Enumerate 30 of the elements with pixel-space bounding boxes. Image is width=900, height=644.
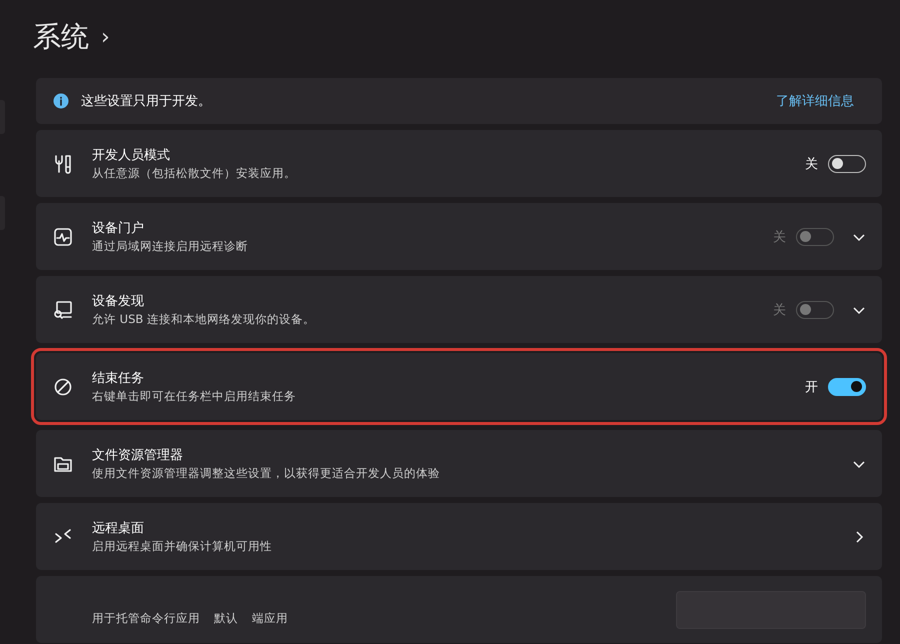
toggle-state-label: 开 xyxy=(805,378,818,396)
setting-description: 启用远程桌面并确保计算机可用性 xyxy=(92,539,273,554)
info-text: 这些设置只用于开发。 xyxy=(81,93,212,110)
breadcrumb-chevron: › xyxy=(101,24,110,50)
setting-description: 从任意源（包括松散文件）安装应用。 xyxy=(92,166,297,181)
setting-description: 右键单击即可在任务栏中启用结束任务 xyxy=(92,389,297,404)
monitor-search-icon xyxy=(52,298,74,320)
info-icon xyxy=(53,93,69,109)
setting-title: 结束任务 xyxy=(92,370,145,387)
setting-description: 允许 USB 连接和本地网络发现你的设备。 xyxy=(92,312,316,327)
prohibited-icon xyxy=(52,376,74,398)
heartbeat-icon xyxy=(52,226,74,248)
setting-title: 开发人员模式 xyxy=(92,147,171,164)
setting-title: 设备门户 xyxy=(92,220,145,237)
setting-description: 通过局域网连接启用远程诊断 xyxy=(92,239,249,254)
setting-description-fragment: 用于托管命令行应用 xyxy=(92,611,200,626)
toggle-state-label: 关 xyxy=(805,156,818,172)
learn-more-link[interactable]: 了解详细信息 xyxy=(776,92,854,110)
setting-title: 设备发现 xyxy=(92,293,145,310)
toggle-switch[interactable] xyxy=(828,154,866,172)
page-title: 系统 xyxy=(33,19,89,55)
setting-description-fragment: 端应用 xyxy=(252,611,288,626)
setting-description: 使用文件资源管理器调整这些设置，以获得更适合开发人员的体验 xyxy=(92,466,441,481)
setting-title: 远程桌面 xyxy=(92,520,145,537)
toggle-switch[interactable] xyxy=(828,378,866,396)
wrench-icon xyxy=(52,152,74,174)
toggle-state-label: 关 xyxy=(773,228,786,246)
toggle-state-label: 关 xyxy=(773,302,786,318)
setting-description-fragment: 默认 xyxy=(214,611,238,626)
setting-title: 文件资源管理器 xyxy=(92,447,184,464)
